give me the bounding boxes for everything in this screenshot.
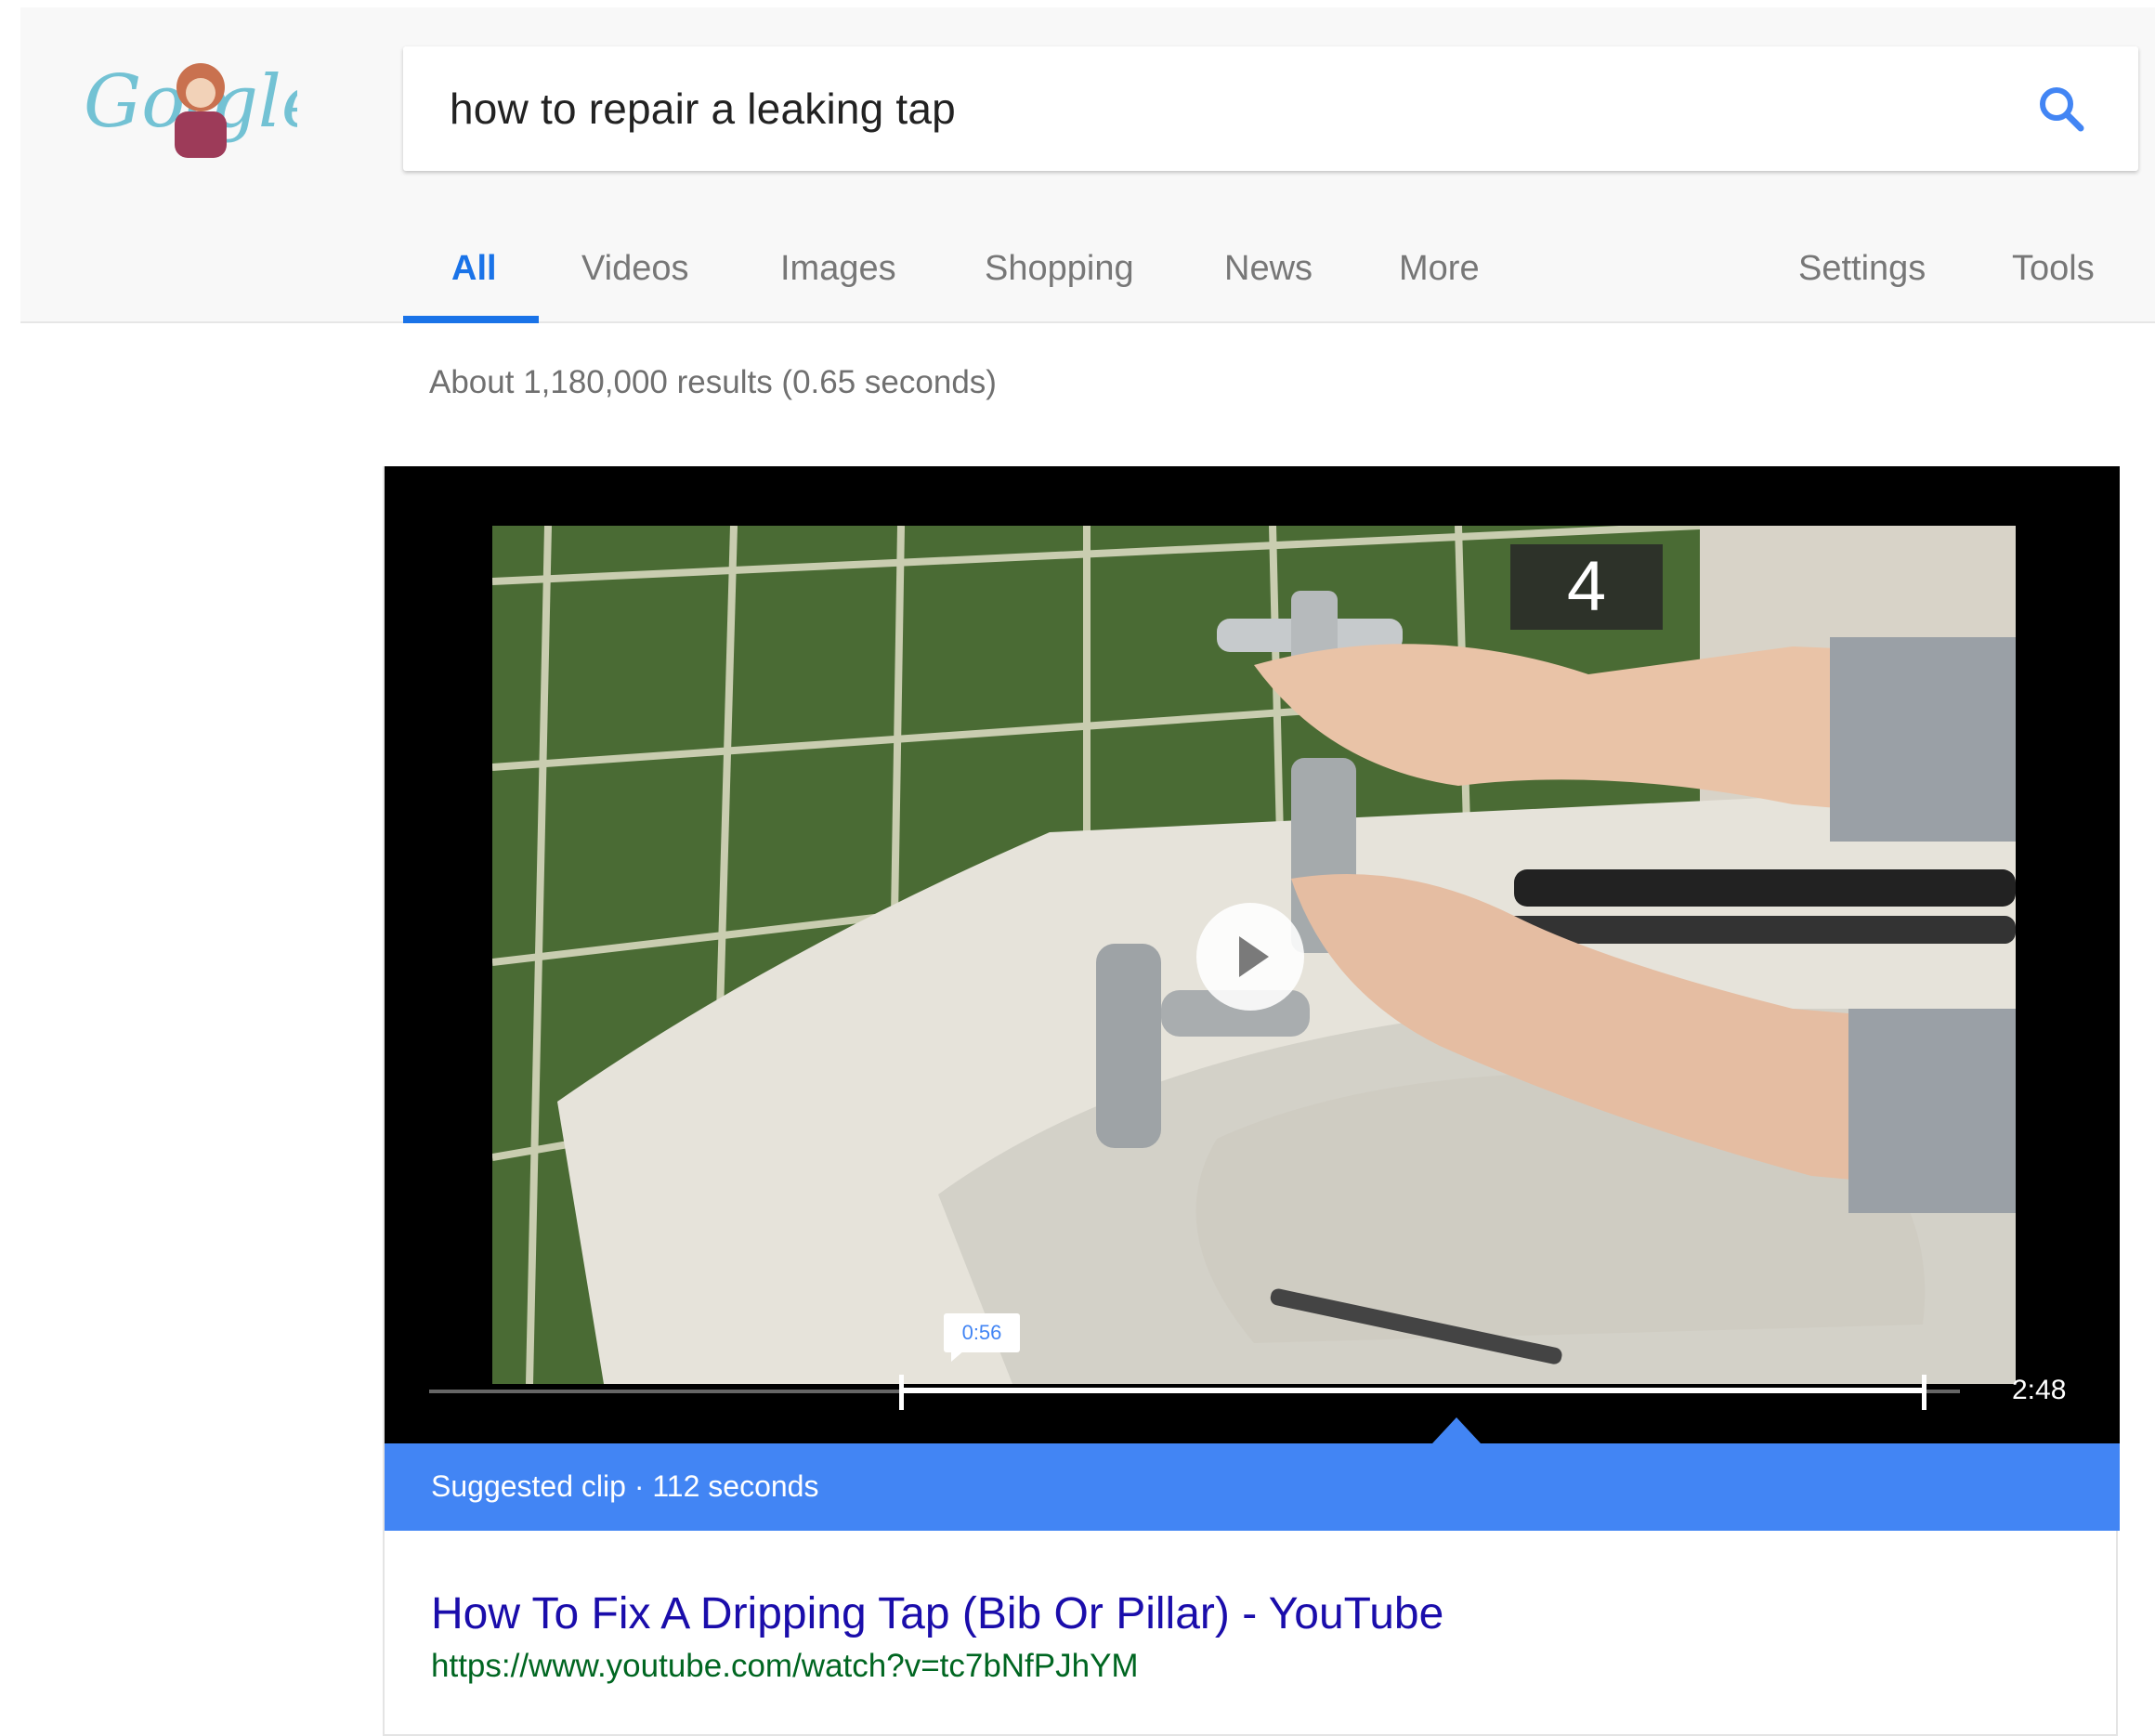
- result-stats: About 1,180,000 results (0.65 seconds): [429, 364, 997, 400]
- search-tabs: All Videos Images Shopping News More Set…: [403, 230, 2155, 327]
- result-url: https://www.youtube.com/watch?v=tc7bNfPJ…: [431, 1648, 1139, 1684]
- tab-settings[interactable]: Settings: [1798, 249, 1926, 289]
- featured-video-card: 4 0:56 2:48 Suggested clip · 112 seconds…: [383, 466, 2120, 1736]
- tab-news[interactable]: News: [1224, 249, 1313, 289]
- active-tab-indicator: [403, 316, 539, 323]
- google-doodle-logo[interactable]: Goo gle: [84, 50, 324, 162]
- video-duration: 2:48: [2012, 1375, 2067, 1405]
- tab-tools[interactable]: Tools: [2012, 249, 2095, 289]
- step-number-overlay: 4: [1510, 544, 1663, 630]
- tab-images[interactable]: Images: [780, 249, 896, 289]
- result-title-link[interactable]: How To Fix A Dripping Tap (Bib Or Pillar…: [431, 1588, 1443, 1639]
- search-input[interactable]: how to repair a leaking tap: [450, 84, 956, 134]
- search-box[interactable]: how to repair a leaking tap: [403, 46, 2138, 171]
- suggested-clip-label: Suggested clip · 112 seconds: [431, 1469, 819, 1503]
- clip-start-time: 0:56: [944, 1313, 1020, 1362]
- suggested-clip-range[interactable]: [901, 1388, 1925, 1393]
- play-icon[interactable]: [1196, 903, 1304, 1011]
- clip-pointer-arrow: [1432, 1417, 1481, 1443]
- tab-all[interactable]: All: [451, 249, 497, 289]
- suggested-clip-bar[interactable]: Suggested clip · 112 seconds: [385, 1443, 2120, 1531]
- clip-start-marker[interactable]: [899, 1375, 904, 1410]
- tab-more[interactable]: More: [1399, 249, 1480, 289]
- clip-end-marker[interactable]: [1922, 1375, 1926, 1410]
- search-header: Goo gle how to repair a leaking tap All …: [20, 7, 2155, 323]
- video-player[interactable]: 4 0:56 2:48: [385, 466, 2120, 1443]
- tab-shopping[interactable]: Shopping: [985, 249, 1134, 289]
- tab-videos[interactable]: Videos: [581, 249, 689, 289]
- search-icon[interactable]: [2032, 80, 2092, 139]
